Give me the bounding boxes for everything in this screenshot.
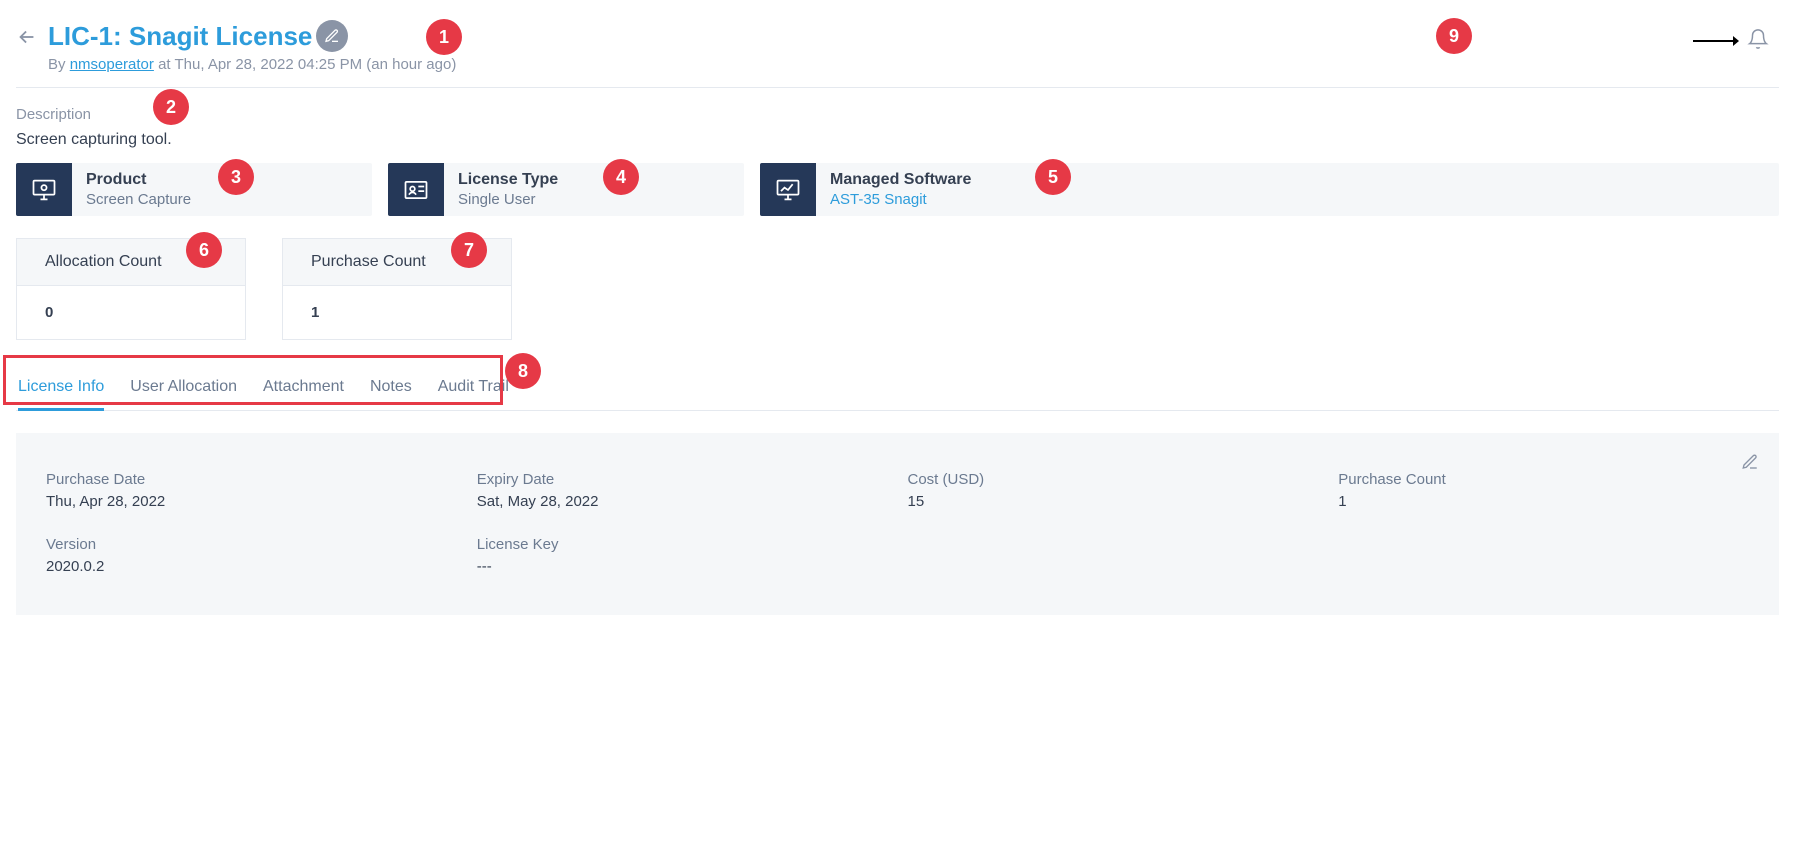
purchase-date-label: Purchase Date — [46, 471, 457, 488]
edit-info-button[interactable] — [1741, 453, 1759, 475]
tabs-region: License Info User Allocation Attachment … — [16, 368, 1779, 411]
arrow-right-icon — [1693, 33, 1739, 49]
managed-software-link[interactable]: AST-35 Snagit — [830, 191, 927, 208]
tabs: License Info User Allocation Attachment … — [16, 368, 1779, 411]
annotation-badge-4: 4 — [603, 159, 639, 195]
cost-value: 15 — [908, 493, 1319, 510]
annotation-badge-2: 2 — [153, 89, 189, 125]
meta-line: By nmsoperator at Thu, Apr 28, 2022 04:2… — [48, 56, 456, 73]
meta-prefix: By — [48, 56, 70, 73]
description-value: Screen capturing tool. — [16, 131, 1779, 149]
annotation-badge-5: 5 — [1035, 159, 1071, 195]
panel-product-title: Product — [86, 171, 344, 189]
license-key-label: License Key — [477, 536, 888, 553]
back-arrow-icon[interactable] — [16, 26, 38, 52]
purchase-date-value: Thu, Apr 28, 2022 — [46, 493, 457, 510]
panel-license-type-value: Single User — [458, 191, 716, 208]
panel-license-type: License Type Single User — [388, 163, 744, 216]
monitor-icon — [16, 163, 72, 216]
tab-user-allocation[interactable]: User Allocation — [130, 368, 237, 410]
annotation-badge-3: 3 — [218, 159, 254, 195]
cost-label: Cost (USD) — [908, 471, 1319, 488]
expiry-date-label: Expiry Date — [477, 471, 888, 488]
license-key-value: --- — [477, 558, 888, 575]
id-card-icon — [388, 163, 444, 216]
annotation-badge-9: 9 — [1436, 18, 1472, 54]
panel-product: Product Screen Capture — [16, 163, 372, 216]
tab-audit-trail[interactable]: Audit Trail — [438, 368, 509, 410]
purchase-count-value: 1 — [283, 286, 511, 339]
annotation-badge-7: 7 — [451, 232, 487, 268]
page-title: LIC-1: Snagit License — [48, 21, 312, 52]
tab-license-info[interactable]: License Info — [18, 368, 104, 411]
panel-managed-software-title: Managed Software — [830, 171, 988, 189]
page-header: LIC-1: Snagit License By nmsoperator at … — [16, 20, 1779, 88]
expiry-date-value: Sat, May 28, 2022 — [477, 493, 888, 510]
annotation-badge-8: 8 — [505, 353, 541, 389]
license-info-panel: Purchase Date Thu, Apr 28, 2022 Expiry D… — [16, 433, 1779, 615]
summary-panels: Product Screen Capture License Type Sing… — [16, 163, 1779, 216]
panel-product-value: Screen Capture — [86, 191, 344, 208]
meta-suffix: at Thu, Apr 28, 2022 04:25 PM (an hour a… — [154, 56, 456, 73]
chart-icon — [760, 163, 816, 216]
panel-managed-software: Managed Software AST-35 Snagit — [760, 163, 1779, 216]
purchase-count-value-info: 1 — [1338, 493, 1749, 510]
edit-title-button[interactable] — [316, 20, 348, 52]
bell-icon[interactable] — [1747, 28, 1769, 54]
allocation-count-value: 0 — [17, 286, 245, 339]
version-label: Version — [46, 536, 457, 553]
purchase-count-label-info: Purchase Count — [1338, 471, 1749, 488]
annotation-badge-1: 1 — [426, 19, 462, 55]
author-link[interactable]: nmsoperator — [70, 56, 154, 73]
version-value: 2020.0.2 — [46, 558, 457, 575]
panel-license-type-title: License Type — [458, 171, 716, 189]
count-cards: Allocation Count 0 Purchase Count 1 — [16, 238, 1779, 340]
tab-attachment[interactable]: Attachment — [263, 368, 344, 410]
description-label: Description — [16, 106, 1779, 123]
annotation-badge-6: 6 — [186, 232, 222, 268]
tab-notes[interactable]: Notes — [370, 368, 412, 410]
